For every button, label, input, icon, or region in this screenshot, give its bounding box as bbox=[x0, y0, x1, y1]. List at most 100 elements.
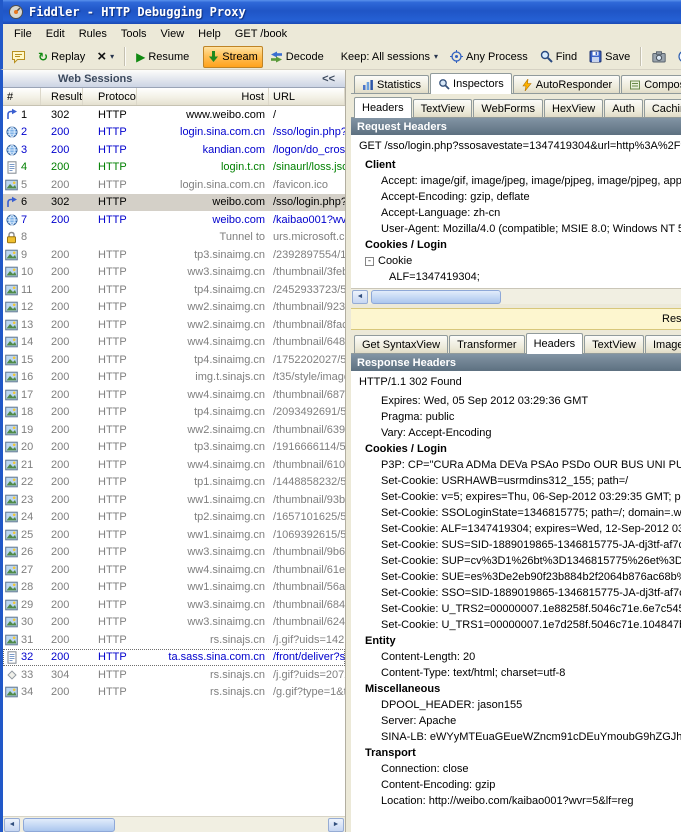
column-header-number[interactable]: # bbox=[3, 88, 41, 105]
session-row-12[interactable]: 12200HTTPww2.sinaimg.cn/thumbnail/9234 bbox=[3, 299, 345, 317]
session-row-25[interactable]: 25200HTTPww1.sinaimg.cn/1069392615/50 bbox=[3, 526, 345, 544]
column-header-url[interactable]: URL bbox=[269, 88, 345, 105]
replay-button[interactable]: ↻Replay bbox=[33, 46, 90, 68]
image-icon bbox=[5, 476, 18, 489]
session-result: 200 bbox=[41, 371, 83, 383]
tab-statistics[interactable]: Statistics bbox=[354, 75, 429, 93]
tab-label: Statistics bbox=[377, 79, 421, 91]
save-button[interactable]: Save bbox=[584, 46, 635, 68]
menu-tools[interactable]: Tools bbox=[114, 26, 154, 42]
session-row-32[interactable]: 32200HTTPta.sass.sina.com.cn/front/deliv… bbox=[3, 649, 345, 667]
scroll-thumb[interactable] bbox=[23, 818, 115, 832]
session-host: ww1.sinaimg.cn bbox=[137, 581, 269, 593]
column-header-protocol[interactable]: Protocol bbox=[83, 88, 137, 105]
comment-button[interactable] bbox=[6, 46, 31, 68]
session-row-20[interactable]: 20200HTTPtp3.sinaimg.cn/1916666114/50 bbox=[3, 439, 345, 457]
session-row-2[interactable]: 2200HTTPlogin.sina.com.cn/sso/login.php?… bbox=[3, 124, 345, 142]
find-button[interactable]: Find bbox=[535, 46, 582, 68]
session-row-23[interactable]: 23200HTTPww1.sinaimg.cn/thumbnail/93b8 bbox=[3, 491, 345, 509]
image-icon bbox=[5, 301, 18, 314]
session-row-5[interactable]: 5200HTTPlogin.sina.com.cn/favicon.ico bbox=[3, 176, 345, 194]
request-horizontal-scrollbar[interactable]: ◄ ► bbox=[351, 288, 681, 304]
sessions-horizontal-scrollbar[interactable]: ◄ ► bbox=[3, 816, 345, 832]
tab-webforms[interactable]: WebForms bbox=[473, 99, 543, 117]
session-row-33[interactable]: 33304HTTPrs.sinajs.cn/j.gif?uids=2072 bbox=[3, 666, 345, 684]
session-row-6[interactable]: 6302HTTPweibo.com/sso/login.php?s bbox=[3, 194, 345, 212]
decode-button[interactable]: Decode bbox=[265, 46, 329, 68]
collapse-panel-button[interactable]: << bbox=[322, 73, 345, 85]
session-row-16[interactable]: 16200HTTPimg.t.sinajs.cn/t35/style/image bbox=[3, 369, 345, 387]
screenshot-button[interactable] bbox=[647, 46, 671, 68]
scroll-track[interactable] bbox=[21, 818, 327, 832]
keep-sessions-dropdown[interactable]: Keep: All sessions▾ bbox=[336, 46, 443, 68]
tab-textview[interactable]: TextView bbox=[584, 335, 644, 353]
any-process-button[interactable]: Any Process bbox=[445, 46, 533, 68]
tab-inspectors[interactable]: Inspectors bbox=[430, 73, 512, 94]
session-row-13[interactable]: 13200HTTPww2.sinaimg.cn/thumbnail/8fac bbox=[3, 316, 345, 334]
collapse-expander-icon[interactable]: - bbox=[365, 257, 374, 266]
session-row-9[interactable]: 9200HTTPtp3.sinaimg.cn/2392897554/18 bbox=[3, 246, 345, 264]
session-row-10[interactable]: 10200HTTPww3.sinaimg.cn/thumbnail/3feb bbox=[3, 264, 345, 282]
scroll-left-button[interactable]: ◄ bbox=[352, 290, 368, 304]
redirect-icon bbox=[5, 108, 18, 121]
session-row-14[interactable]: 14200HTTPww4.sinaimg.cn/thumbnail/6482 bbox=[3, 334, 345, 352]
scroll-track[interactable] bbox=[369, 290, 681, 304]
resume-button[interactable]: ▶Resume bbox=[131, 46, 194, 68]
header-group-miscellaneous: Miscellaneous bbox=[351, 681, 681, 697]
session-url: /front/deliver?s bbox=[269, 651, 345, 663]
tab-get-syntaxview[interactable]: Get SyntaxView bbox=[354, 335, 448, 353]
session-row-7[interactable]: 7200HTTPweibo.com/kaibao001?wvr= bbox=[3, 211, 345, 229]
menu-view[interactable]: View bbox=[154, 26, 192, 42]
session-row-1[interactable]: 1302HTTPwww.weibo.com/ bbox=[3, 106, 345, 124]
session-row-24[interactable]: 24200HTTPtp2.sinaimg.cn/1657101625/50 bbox=[3, 509, 345, 527]
session-row-30[interactable]: 30200HTTPww3.sinaimg.cn/thumbnail/624c bbox=[3, 614, 345, 632]
scroll-thumb[interactable] bbox=[371, 290, 501, 304]
session-number: 17 bbox=[3, 388, 41, 401]
request-headers-view: GET /sso/login.php?ssosavestate=13474193… bbox=[351, 135, 681, 288]
session-row-31[interactable]: 31200HTTPrs.sinajs.cn/j.gif?uids=1421 bbox=[3, 631, 345, 649]
column-header-host[interactable]: Host bbox=[137, 88, 269, 105]
session-row-26[interactable]: 26200HTTPww3.sinaimg.cn/thumbnail/9b62 bbox=[3, 544, 345, 562]
session-row-21[interactable]: 21200HTTPww4.sinaimg.cn/thumbnail/6106 bbox=[3, 456, 345, 474]
tab-headers[interactable]: Headers bbox=[354, 97, 412, 118]
session-row-15[interactable]: 15200HTTPtp4.sinaimg.cn/1752202027/50 bbox=[3, 351, 345, 369]
tab-headers[interactable]: Headers bbox=[526, 333, 584, 354]
session-url: /thumbnail/6870 bbox=[269, 389, 345, 401]
column-header-result[interactable]: Result bbox=[41, 88, 83, 105]
encoding-notice[interactable]: Response is encoded and may require deco… bbox=[351, 308, 681, 330]
session-row-29[interactable]: 29200HTTPww3.sinaimg.cn/thumbnail/684f bbox=[3, 596, 345, 614]
timer-button[interactable] bbox=[673, 46, 681, 68]
menu-get-book[interactable]: GET /book bbox=[228, 26, 294, 42]
scroll-right-button[interactable]: ► bbox=[328, 818, 344, 832]
session-row-4[interactable]: 4200HTTPlogin.t.cn/sinaurl/loss.jso bbox=[3, 159, 345, 177]
session-row-19[interactable]: 19200HTTPww2.sinaimg.cn/thumbnail/6391 bbox=[3, 421, 345, 439]
session-row-27[interactable]: 27200HTTPww4.sinaimg.cn/thumbnail/61e6 bbox=[3, 561, 345, 579]
session-row-3[interactable]: 3200HTTPkandian.com/logon/do_cross bbox=[3, 141, 345, 159]
header-item: Set-Cookie: USRHAWB=usrmdins312_155; pat… bbox=[351, 473, 681, 489]
remove-sessions-button[interactable]: ×▾ bbox=[92, 46, 119, 68]
tab-auth[interactable]: Auth bbox=[604, 99, 643, 117]
session-number: 6 bbox=[3, 196, 41, 209]
tab-composer[interactable]: Composer bbox=[621, 75, 681, 93]
tab-caching[interactable]: Caching bbox=[644, 99, 681, 117]
tab-autoresponder[interactable]: AutoResponder bbox=[513, 75, 620, 93]
session-row-34[interactable]: 34200HTTPrs.sinajs.cn/g.gif?type=1&t bbox=[3, 684, 345, 702]
titlebar[interactable]: Fiddler - HTTP Debugging Proxy bbox=[0, 0, 681, 24]
session-row-17[interactable]: 17200HTTPww4.sinaimg.cn/thumbnail/6870 bbox=[3, 386, 345, 404]
tab-textview[interactable]: TextView bbox=[413, 99, 473, 117]
session-row-22[interactable]: 22200HTTPtp1.sinaimg.cn/1448858232/50 bbox=[3, 474, 345, 492]
session-row-28[interactable]: 28200HTTPww1.sinaimg.cn/thumbnail/56ab bbox=[3, 579, 345, 597]
tab-hexview[interactable]: HexView bbox=[544, 99, 603, 117]
session-row-11[interactable]: 11200HTTPtp4.sinaimg.cn/2452933723/50 bbox=[3, 281, 345, 299]
menu-help[interactable]: Help bbox=[191, 26, 228, 42]
menu-file[interactable]: File bbox=[7, 26, 39, 42]
menu-edit[interactable]: Edit bbox=[39, 26, 72, 42]
scroll-left-button[interactable]: ◄ bbox=[4, 818, 20, 832]
menu-rules[interactable]: Rules bbox=[72, 26, 114, 42]
session-row-18[interactable]: 18200HTTPtp4.sinaimg.cn/2093492691/50 bbox=[3, 404, 345, 422]
stream-button[interactable]: Stream bbox=[203, 46, 262, 68]
session-protocol: HTTP bbox=[83, 354, 137, 366]
tab-transformer[interactable]: Transformer bbox=[449, 335, 525, 353]
tab-imageview[interactable]: ImageView bbox=[645, 335, 681, 353]
session-row-8[interactable]: 8Tunnel tours.microsoft.co bbox=[3, 229, 345, 247]
